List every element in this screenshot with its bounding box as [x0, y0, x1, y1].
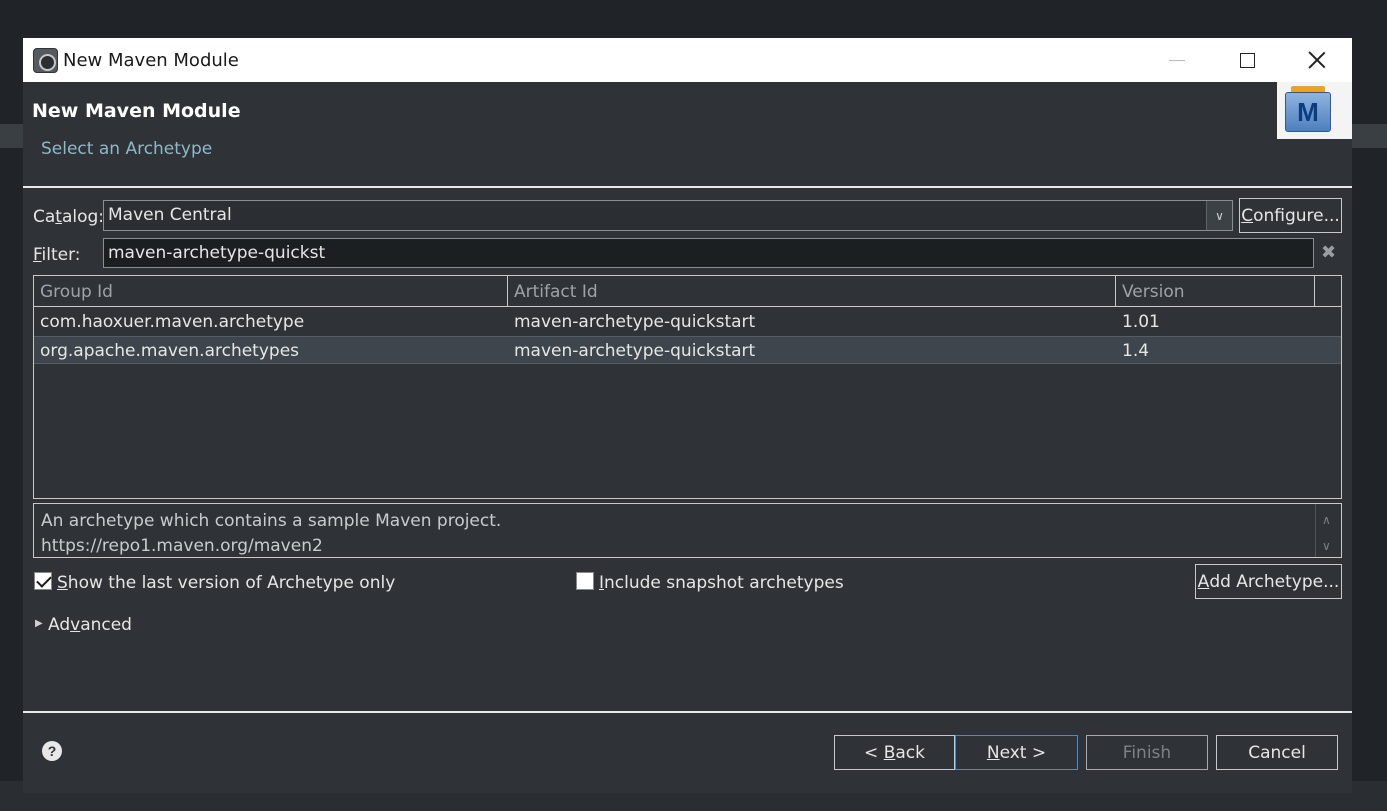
cancel-button[interactable]: Cancel: [1216, 735, 1338, 770]
show-last-version-text: how the last version of Archetype only: [67, 573, 396, 593]
catalog-label: Catalog:: [33, 207, 104, 227]
footer-divider: [23, 711, 1352, 713]
maximize-icon: [1239, 52, 1255, 68]
catalog-label-post: alog:: [61, 207, 105, 227]
table-row-selected[interactable]: org.apache.maven.archetypes maven-archet…: [34, 336, 1341, 364]
filter-value: maven-archetype-quickst: [108, 243, 326, 263]
show-last-version-mnemonic: S: [57, 573, 68, 593]
maven-logo: M: [1277, 82, 1352, 139]
next-button[interactable]: Next >: [955, 735, 1078, 770]
background-strip-right: [1351, 124, 1387, 148]
minimize-icon: [1169, 59, 1185, 61]
include-snapshot-text: nclude snapshot archetypes: [604, 573, 844, 593]
cell-version: 1.4: [1122, 341, 1150, 361]
filter-input[interactable]: maven-archetype-quickst: [103, 238, 1314, 268]
cell-group-id: com.haoxuer.maven.archetype: [40, 312, 305, 332]
advanced-pre: Ad: [48, 615, 71, 635]
configure-label: onfigure...: [1253, 205, 1340, 226]
cell-group-id: org.apache.maven.archetypes: [40, 341, 300, 361]
next-mnemonic: N: [986, 742, 1000, 763]
archetype-description: An archetype which contains a sample Mav…: [33, 503, 1342, 558]
filter-label-post: ilter:: [41, 245, 81, 265]
filter-label: Filter:: [33, 245, 81, 265]
dialog-window: New Maven Module New Maven Module Select…: [23, 38, 1352, 793]
maximize-button[interactable]: [1212, 38, 1282, 82]
close-icon: [1308, 51, 1326, 69]
filter-label-mnemonic: F: [33, 245, 42, 265]
back-label: ack: [895, 742, 925, 763]
back-button[interactable]: < Back: [834, 735, 955, 770]
finish-button[interactable]: Finish: [1086, 735, 1208, 770]
background-strip-left: [0, 124, 24, 148]
back-mnemonic: B: [883, 742, 896, 763]
catalog-label-mnemonic: t: [55, 207, 62, 227]
cell-version: 1.01: [1122, 312, 1160, 332]
description-line-2: https://repo1.maven.org/maven2: [41, 536, 323, 556]
advanced-post: anced: [80, 615, 132, 635]
add-archetype-button[interactable]: Add Archetype...: [1195, 564, 1342, 599]
scroll-down-icon[interactable]: ∨: [1322, 534, 1331, 559]
page-title: New Maven Module: [32, 100, 241, 122]
add-archetype-label: dd Archetype...: [1209, 571, 1340, 592]
chevron-right-icon[interactable]: ▶: [35, 618, 43, 629]
clear-filter-icon[interactable]: ✖: [1321, 242, 1339, 263]
description-line-1: An archetype which contains a sample Mav…: [41, 511, 502, 531]
back-pre: <: [864, 742, 884, 763]
help-icon[interactable]: ?: [42, 741, 62, 761]
advanced-section-toggle[interactable]: Advanced: [48, 615, 132, 635]
close-button[interactable]: [1282, 38, 1352, 82]
header-divider: [23, 186, 1352, 188]
show-last-version-checkbox[interactable]: [34, 572, 52, 590]
next-label: ext >: [999, 742, 1047, 763]
include-snapshot-label[interactable]: Include snapshot archetypes: [599, 573, 844, 593]
description-scrollbar[interactable]: ∧ ∨: [1315, 504, 1341, 557]
title-bar: New Maven Module: [23, 38, 1352, 82]
catalog-value: Maven Central: [108, 205, 232, 225]
include-snapshot-checkbox[interactable]: [576, 572, 594, 590]
catalog-label-pre: Ca: [33, 207, 56, 227]
scroll-up-icon[interactable]: ∧: [1322, 508, 1331, 533]
archetype-table[interactable]: Group Id Artifact Id Version com.haoxuer…: [33, 275, 1342, 499]
cell-artifact-id: maven-archetype-quickstart: [514, 312, 756, 332]
eclipse-app-icon: [33, 48, 58, 73]
catalog-select[interactable]: Maven Central ∨: [103, 200, 1233, 231]
configure-button[interactable]: Configure...: [1239, 198, 1342, 233]
column-header-group-id[interactable]: Group Id: [34, 276, 508, 306]
column-header-version[interactable]: Version: [1116, 276, 1315, 306]
table-header: Group Id Artifact Id Version: [34, 276, 1341, 307]
show-last-version-label[interactable]: Show the last version of Archetype only: [57, 573, 395, 593]
cell-artifact-id: maven-archetype-quickstart: [514, 341, 756, 361]
column-header-artifact-id[interactable]: Artifact Id: [508, 276, 1116, 306]
window-title: New Maven Module: [63, 50, 239, 71]
page-subtitle: Select an Archetype: [41, 139, 213, 159]
chevron-down-icon[interactable]: ∨: [1206, 201, 1232, 230]
maven-logo-letter: M: [1285, 92, 1331, 132]
add-archetype-mnemonic: A: [1197, 571, 1210, 592]
configure-mnemonic: C: [1241, 205, 1254, 226]
minimize-button[interactable]: [1142, 38, 1212, 82]
table-row[interactable]: com.haoxuer.maven.archetype maven-archet…: [34, 308, 1341, 336]
advanced-mnemonic: v: [70, 615, 81, 635]
